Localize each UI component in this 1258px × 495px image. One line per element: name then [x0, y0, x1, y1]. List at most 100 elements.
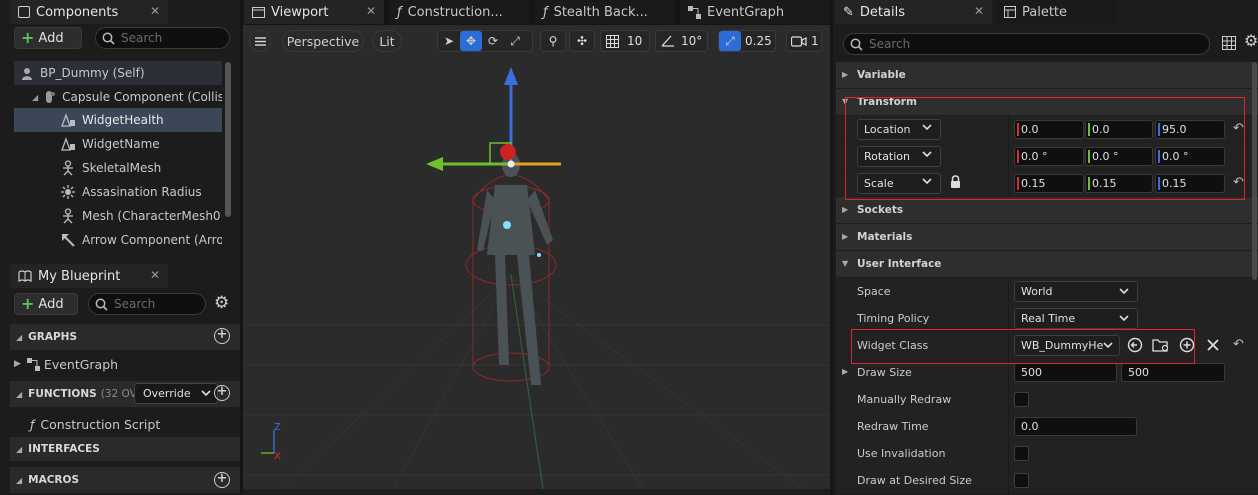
components-scrollbar[interactable] — [225, 62, 231, 217]
macros-section[interactable]: ◢ MACROS + — [10, 467, 240, 493]
functions-section[interactable]: ◢ FUNCTIONS (32 OV Override + — [10, 381, 240, 407]
palette-tab-label: Palette — [1022, 4, 1068, 20]
timing-policy-label: Timing Policy — [857, 312, 930, 325]
capsule-icon — [42, 90, 56, 104]
details-tab[interactable]: ✎ Details ✕ — [835, 0, 992, 24]
user-interface-category[interactable]: ▼ User Interface — [836, 251, 1258, 278]
expand-arrow-icon[interactable]: ▶ — [14, 359, 21, 369]
space-label: Space — [857, 285, 891, 298]
viewport-menu-button[interactable] — [249, 30, 271, 52]
tree-item-self[interactable]: BP_Dummy (Self) — [14, 61, 222, 85]
close-icon[interactable]: ✕ — [150, 268, 160, 282]
use-invalidation-checkbox[interactable] — [1014, 446, 1029, 461]
event-graph-label: EventGraph — [43, 356, 119, 372]
use-invalidation-label: Use Invalidation — [857, 447, 946, 460]
coordinate-space-button[interactable]: ⚲ — [540, 30, 566, 52]
expand-arrow-icon: ▶ — [842, 205, 849, 214]
tree-item-arrow[interactable]: Arrow Component (Arrow — [14, 228, 222, 252]
close-icon[interactable]: ✕ — [366, 4, 376, 18]
camera-speed-button[interactable]: 1 — [786, 30, 822, 52]
close-icon[interactable]: ✕ — [974, 4, 984, 18]
event-graph-item[interactable]: ▶ EventGraph — [14, 353, 118, 375]
settings-gear-icon[interactable]: ⚙ — [214, 295, 229, 312]
manually-redraw-checkbox[interactable] — [1014, 392, 1029, 407]
lit-button[interactable]: Lit — [372, 30, 402, 52]
skeleton-icon — [60, 160, 76, 176]
components-search-input[interactable]: Search — [95, 27, 230, 49]
collapse-arrow-icon: ▼ — [842, 259, 849, 268]
graph-icon — [688, 5, 701, 19]
widget-class-reset-icon[interactable]: ↶ — [1233, 337, 1244, 352]
expand-arrow-icon: ▶ — [842, 232, 849, 241]
components-tab-icon — [18, 6, 30, 18]
surface-snap-button[interactable]: ✣ — [569, 30, 595, 52]
draw-size-x-field[interactable]: 500 — [1014, 363, 1117, 382]
tree-item-skeletalmesh[interactable]: SkeletalMesh — [14, 156, 222, 180]
tab-label: EventGraph — [707, 4, 785, 20]
rotate-icon[interactable]: ⟳ — [482, 31, 504, 51]
blueprint-search-input[interactable]: Search — [88, 293, 206, 315]
manually-redraw-label: Manually Redraw — [857, 393, 952, 406]
redraw-time-field[interactable]: 0.0 — [1014, 417, 1137, 436]
variable-category[interactable]: ▶ Variable — [836, 62, 1258, 89]
clear-icon[interactable] — [1206, 338, 1220, 352]
sockets-category[interactable]: ▶ Sockets — [836, 197, 1258, 224]
construction-script-item[interactable]: ƒ Construction Script — [30, 413, 160, 435]
components-tab[interactable]: Components ✕ — [10, 0, 168, 24]
tree-item-widgetname[interactable]: WidgetName — [14, 132, 222, 156]
tree-item-label: SkeletalMesh — [82, 161, 162, 175]
tree-item-capsule[interactable]: ◢ Capsule Component (Collisi — [14, 85, 222, 109]
tab-label: Stealth Back... — [553, 4, 648, 20]
functions-header: FUNCTIONS — [28, 388, 97, 400]
add-circle-icon[interactable]: + — [214, 385, 230, 401]
add-circle-icon[interactable]: + — [214, 472, 230, 488]
tab-viewport[interactable]: Viewport ✕ — [244, 0, 384, 24]
draw-size-label: Draw Size — [857, 366, 912, 379]
tree-item-assasination-radius[interactable]: Assasination Radius — [14, 180, 222, 204]
table-view-icon[interactable] — [1222, 36, 1236, 50]
actor-icon — [20, 66, 34, 80]
grid-snap-button[interactable]: 10 — [600, 30, 650, 52]
perspective-button[interactable]: Perspective — [282, 30, 364, 52]
tab-stealth-back[interactable]: ƒ Stealth Back... — [535, 0, 675, 24]
space-dropdown[interactable]: World — [1014, 281, 1138, 302]
redraw-time-value: 0.0 — [1021, 420, 1039, 433]
translate-icon[interactable]: ✥ — [460, 31, 482, 51]
tab-eventgraph[interactable]: EventGraph — [680, 0, 830, 24]
draw-desired-size-checkbox[interactable] — [1014, 473, 1029, 488]
search-placeholder: Search — [121, 31, 163, 45]
tab-construction[interactable]: ƒ Construction... — [389, 0, 529, 24]
scale-icon[interactable]: ⤢ — [504, 31, 526, 51]
draw-size-y-field[interactable]: 500 — [1121, 363, 1225, 382]
close-icon[interactable]: ✕ — [150, 4, 160, 18]
graphs-section[interactable]: ◢ GRAPHS + — [10, 324, 240, 350]
add-circle-icon[interactable]: + — [214, 328, 230, 344]
details-search-input[interactable]: Search — [843, 33, 1210, 55]
tree-item-widgethealth[interactable]: WidgetHealth — [14, 108, 222, 132]
materials-category[interactable]: ▶ Materials — [836, 224, 1258, 251]
tree-item-label: WidgetHealth — [82, 113, 164, 127]
chevron-down-icon — [1119, 288, 1129, 295]
override-dropdown[interactable]: Override — [134, 383, 218, 404]
tree-item-label: BP_Dummy (Self) — [40, 66, 145, 80]
plus-icon: + — [21, 28, 35, 47]
details-settings-icon[interactable]: ⚙ — [1244, 33, 1258, 49]
rotation-snap-button[interactable]: 10° — [655, 30, 708, 52]
palette-tab[interactable]: Palette — [996, 0, 1116, 24]
interfaces-section[interactable]: ◢ INTERFACES — [10, 437, 240, 461]
function-icon: ƒ — [543, 4, 548, 20]
tree-item-mesh[interactable]: Mesh (CharacterMesh0) — [14, 204, 222, 228]
my-blueprint-tab[interactable]: My Blueprint ✕ — [10, 264, 168, 288]
add-component-button[interactable]: + Add — [14, 27, 82, 49]
expand-arrow-icon[interactable]: ▶ — [842, 367, 848, 376]
add-blueprint-button[interactable]: + Add — [14, 293, 78, 315]
collapse-arrow-icon[interactable]: ◢ — [32, 93, 38, 102]
scale-snap-button[interactable]: ⤢ 0.25 — [718, 30, 776, 52]
viewport[interactable]: Z X — [243, 25, 830, 489]
select-cursor-icon[interactable]: ➤ — [438, 31, 460, 51]
transform-tools: ➤ ✥ ⟳ ⤢ — [437, 30, 533, 52]
details-scrollbar[interactable] — [1252, 62, 1257, 280]
scale-snap-icon: ⤢ — [719, 31, 741, 51]
tree-item-label: Capsule Component (Collisi — [62, 90, 222, 104]
timing-policy-dropdown[interactable]: Real Time — [1014, 308, 1138, 329]
